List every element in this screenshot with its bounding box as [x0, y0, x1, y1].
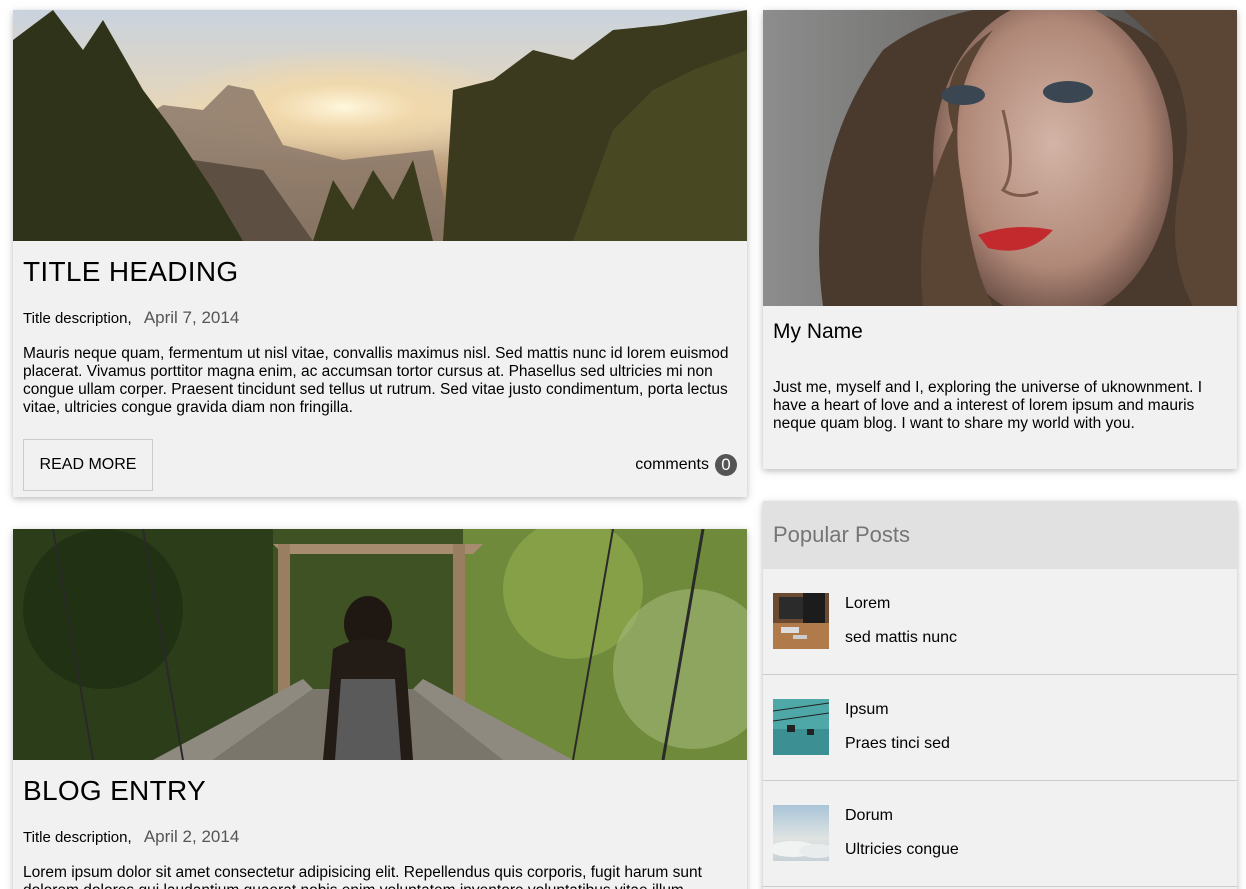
comments-link[interactable]: comments 0 [635, 454, 737, 476]
popular-posts-heading: Popular Posts [773, 522, 910, 547]
post-meta: Title description, April 2, 2014 [23, 827, 737, 848]
popular-post-subtitle: Ultricies congue [845, 841, 959, 858]
post-description: Title description, [23, 829, 132, 846]
blog-post-card: BLOG ENTRY Title description, April 2, 2… [13, 529, 747, 889]
popular-post-title: Ipsum [845, 701, 889, 718]
post-excerpt: Lorem ipsum dolor sit amet consectetur a… [23, 864, 702, 889]
profile-bio: Just me, myself and I, exploring the uni… [773, 379, 1203, 432]
popular-post-item[interactable]: Dorum Ultricies congue [763, 781, 1237, 887]
profile-card: My Name Just me, myself and I, exploring… [763, 10, 1237, 469]
popular-posts-header: Popular Posts [763, 501, 1237, 569]
cablecar-thumb-icon [773, 699, 829, 755]
mountain-sunset-image [13, 10, 747, 241]
popular-post-item[interactable]: Ipsum Praes tinci sed [763, 675, 1237, 781]
read-more-button[interactable]: READ MORE [23, 439, 153, 491]
post-title: TITLE HEADING [23, 256, 239, 287]
post-date: April 2, 2014 [143, 827, 240, 846]
post-description: Title description, [23, 310, 132, 327]
clouds-thumb-icon [773, 805, 829, 861]
comments-count-badge: 0 [715, 454, 737, 476]
popular-post-subtitle: Praes tinci sed [845, 735, 950, 752]
popular-post-item[interactable]: Lorem sed mattis nunc [763, 569, 1237, 675]
popular-post-title: Dorum [845, 807, 894, 824]
post-date: April 7, 2014 [143, 308, 240, 327]
post-excerpt: Mauris neque quam, fermentum ut nisl vit… [23, 345, 729, 416]
popular-posts-card: Popular Posts Lorem sed mattis nunc Ipsu… [763, 501, 1237, 889]
post-actions: READ MORE comments 0 [23, 439, 737, 491]
popular-post-subtitle: sed mattis nunc [845, 629, 958, 646]
workspace-thumb-icon [773, 593, 829, 649]
post-meta: Title description, April 7, 2014 [23, 308, 737, 329]
bridge-forest-image [13, 529, 747, 760]
popular-post-title: Lorem [845, 595, 891, 612]
post-title: BLOG ENTRY [23, 775, 206, 806]
profile-photo [763, 10, 1237, 306]
blog-post-card: TITLE HEADING Title description, April 7… [13, 10, 747, 497]
profile-name: My Name [773, 320, 863, 343]
comments-label: comments [635, 456, 709, 473]
